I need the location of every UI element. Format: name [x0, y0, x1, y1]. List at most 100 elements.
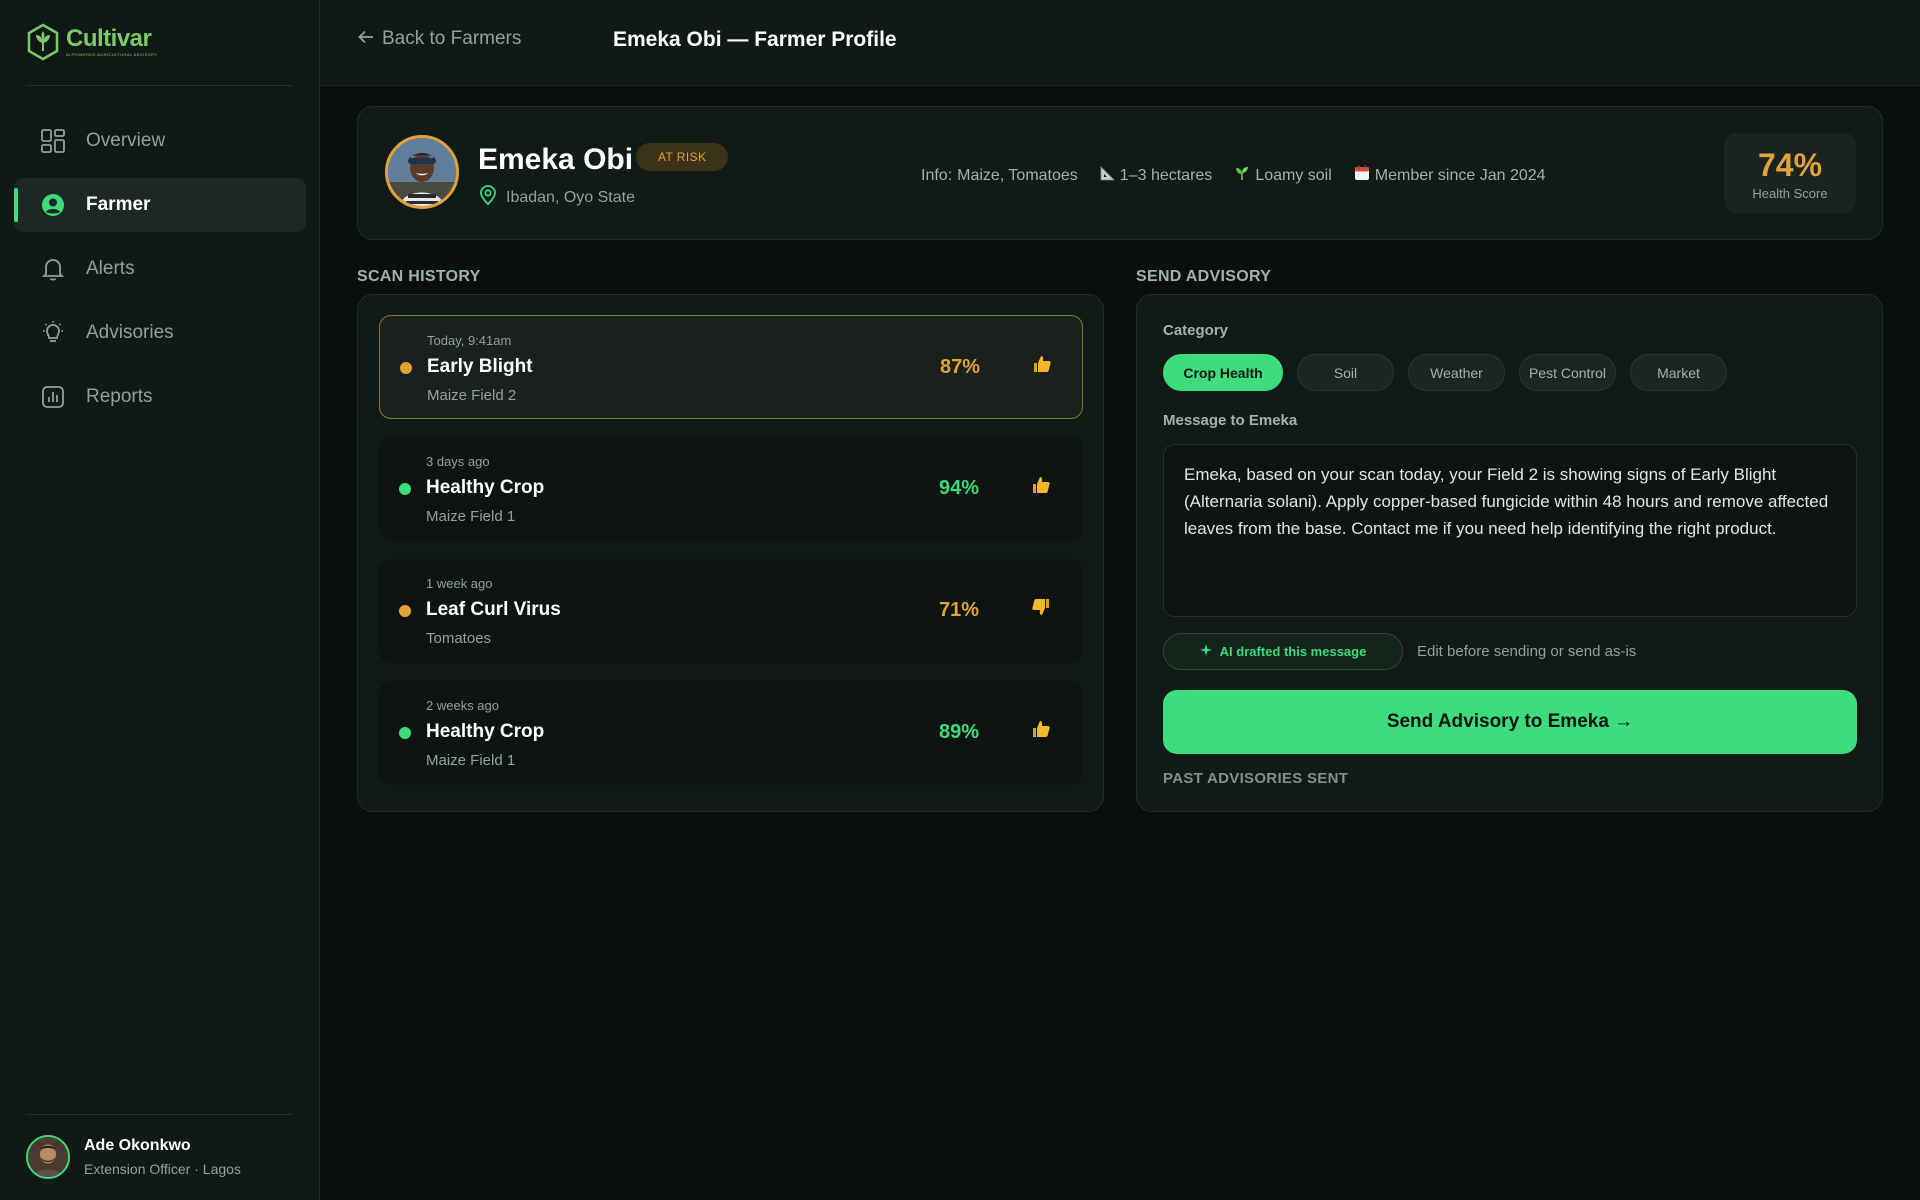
category-weather[interactable]: Weather	[1408, 354, 1505, 391]
app-tagline: AI-POWERED AGRICULTURAL ADVISORY	[66, 52, 158, 57]
scan-title: Healthy Crop	[426, 721, 545, 742]
health-score-card: 74% Health Score	[1724, 133, 1856, 213]
scan-time: 2 weeks ago	[426, 698, 499, 713]
user-circle-icon	[40, 192, 66, 218]
member-since-text: Member since Jan 2024	[1374, 166, 1546, 184]
sidebar-item-label: Reports	[86, 386, 153, 407]
category-soil[interactable]: Soil	[1297, 354, 1394, 391]
scan-time: Today, 9:41am	[427, 333, 512, 348]
thumbs-up-icon[interactable]	[1031, 475, 1051, 500]
scan-confidence: 89%	[939, 721, 980, 743]
lightbulb-icon	[40, 320, 66, 346]
sidebar-item-label: Advisories	[86, 322, 174, 343]
farmer-name: Emeka Obi	[478, 143, 634, 176]
avatar	[26, 1135, 70, 1179]
grid-icon	[40, 128, 66, 154]
scan-history-heading: SCAN HISTORY	[357, 268, 481, 285]
farm-size-text: 1–3 hectares	[1119, 166, 1213, 184]
user-name: Ade Okonkwo	[84, 1137, 191, 1154]
user-role: Extension Officer · Lagos	[84, 1161, 241, 1177]
ai-drafted-badge: AI drafted this message	[1163, 633, 1403, 670]
scan-title: Early Blight	[427, 356, 533, 377]
crops-info: Info: Maize, Tomatoes	[921, 167, 1078, 185]
member-since-info: Member since Jan 2024	[1354, 165, 1546, 186]
current-user[interactable]: Ade Okonkwo Extension Officer · Lagos	[26, 1135, 241, 1179]
scan-row[interactable]: 1 week ago Leaf Curl Virus Tomatoes 71%	[379, 559, 1083, 663]
send-advisory-button[interactable]: Send Advisory to Emeka →	[1163, 690, 1857, 754]
avatar	[385, 135, 459, 209]
message-label: Message to Emeka	[1163, 412, 1298, 429]
send-advisory-panel: Category Crop Health Soil Weather Pest C…	[1136, 294, 1883, 812]
arrow-left-icon	[358, 28, 374, 50]
scan-time: 3 days ago	[426, 454, 490, 469]
status-dot	[399, 483, 411, 495]
sidebar-item-farmer[interactable]: Farmer	[14, 178, 306, 232]
leaf-shield-icon	[27, 23, 59, 61]
category-crop-health[interactable]: Crop Health	[1163, 354, 1283, 391]
sparkle-icon	[1199, 644, 1212, 659]
status-dot	[400, 362, 412, 374]
page-title: Emeka Obi — Farmer Profile	[613, 28, 897, 51]
scan-confidence: 71%	[939, 599, 980, 621]
category-label: Category	[1163, 322, 1229, 339]
scan-confidence: 94%	[939, 477, 980, 499]
scan-confidence: 87%	[940, 356, 981, 378]
sidebar: Cultivar AI-POWERED AGRICULTURAL ADVISOR…	[0, 0, 320, 1200]
sidebar-item-alerts[interactable]: Alerts	[14, 242, 306, 296]
status-badge: AT RISK	[636, 143, 729, 171]
ai-hint: Edit before sending or send as-is	[1417, 643, 1637, 660]
scan-row[interactable]: Today, 9:41am Early Blight Maize Field 2…	[379, 315, 1083, 419]
scan-history-panel: Today, 9:41am Early Blight Maize Field 2…	[357, 294, 1104, 812]
farmer-profile-card: Emeka Obi AT RISK Ibadan, Oyo State Info…	[357, 106, 1883, 240]
scan-field: Tomatoes	[426, 630, 492, 647]
ai-badge-label: AI drafted this message	[1219, 644, 1367, 659]
triangle-ruler-icon	[1100, 165, 1115, 186]
farm-size-info: 1–3 hectares	[1100, 165, 1213, 186]
thumbs-up-icon[interactable]	[1032, 354, 1052, 379]
message-textarea[interactable]: Emeka, based on your scan today, your Fi…	[1163, 444, 1857, 617]
scan-title: Leaf Curl Virus	[426, 599, 561, 620]
scan-time: 1 week ago	[426, 576, 493, 591]
sidebar-item-reports[interactable]: Reports	[14, 370, 306, 424]
health-score-label: Health Score	[1752, 186, 1828, 201]
app-logo[interactable]: Cultivar AI-POWERED AGRICULTURAL ADVISOR…	[26, 22, 157, 62]
scan-field: Maize Field 1	[426, 508, 516, 525]
sidebar-item-label: Alerts	[86, 258, 135, 279]
sidebar-item-overview[interactable]: Overview	[14, 114, 306, 168]
scan-row[interactable]: 2 weeks ago Healthy Crop Maize Field 1 8…	[379, 681, 1083, 785]
sidebar-divider	[26, 1114, 293, 1115]
info-label: Info:	[921, 166, 953, 184]
seedling-icon	[1234, 165, 1250, 186]
scan-field: Maize Field 2	[427, 387, 517, 404]
bar-chart-icon	[40, 384, 66, 410]
location-text: Ibadan, Oyo State	[506, 188, 635, 206]
farmer-location: Ibadan, Oyo State	[478, 185, 635, 210]
category-pest-control[interactable]: Pest Control	[1519, 354, 1616, 391]
map-pin-icon	[478, 185, 498, 210]
scan-row[interactable]: 3 days ago Healthy Crop Maize Field 1 94…	[379, 437, 1083, 541]
sidebar-divider	[26, 85, 293, 86]
soil-info: Loamy soil	[1234, 165, 1332, 186]
send-advisory-heading: SEND ADVISORY	[1136, 268, 1272, 285]
top-bar: Back to Farmers Emeka Obi — Farmer Profi…	[320, 0, 1920, 86]
thumbs-up-icon[interactable]	[1031, 719, 1051, 744]
sidebar-item-advisories[interactable]: Advisories	[14, 306, 306, 360]
soil-text: Loamy soil	[1255, 166, 1332, 184]
sidebar-item-label: Farmer	[86, 194, 151, 215]
health-score-value: 74%	[1757, 147, 1823, 183]
scan-title: Healthy Crop	[426, 477, 545, 498]
calendar-icon	[1354, 165, 1370, 186]
bell-icon	[40, 256, 66, 282]
back-to-farmers-link[interactable]: Back to Farmers	[358, 28, 521, 50]
app-name: Cultivar	[66, 25, 152, 52]
sidebar-item-label: Overview	[86, 130, 166, 151]
category-selector: Crop Health Soil Weather Pest Control Ma…	[1163, 354, 1727, 391]
scan-field: Maize Field 1	[426, 752, 516, 769]
thumbs-down-icon[interactable]	[1031, 597, 1051, 622]
sidebar-nav: Overview Farmer Alerts Advisories Report…	[14, 114, 306, 434]
past-advisories-heading: PAST ADVISORIES SENT	[1163, 770, 1349, 787]
crops-text: Maize, Tomatoes	[957, 166, 1078, 184]
status-dot	[399, 605, 411, 617]
status-dot	[399, 727, 411, 739]
category-market[interactable]: Market	[1630, 354, 1727, 391]
